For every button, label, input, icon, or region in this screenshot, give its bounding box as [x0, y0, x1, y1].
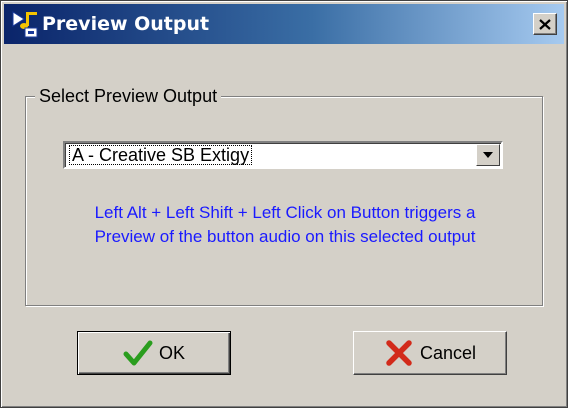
cancel-button[interactable]: Cancel — [353, 331, 507, 375]
chevron-down-icon — [483, 152, 493, 158]
title-bar[interactable]: Preview Output — [4, 4, 564, 44]
preview-output-dialog: Preview Output Select Preview Output A -… — [0, 0, 568, 408]
dropdown-arrow-button[interactable] — [476, 144, 500, 166]
window-title: Preview Output — [42, 13, 210, 35]
select-selected-value: A - Creative SB Extigy — [69, 145, 253, 165]
x-mark-icon — [386, 340, 412, 366]
ok-button-label: OK — [158, 342, 185, 363]
close-button[interactable] — [533, 13, 557, 35]
close-icon — [539, 18, 551, 30]
checkmark-icon — [123, 340, 153, 366]
ok-button[interactable]: OK — [77, 331, 231, 375]
preview-hint-text: Left Alt + Left Shift + Left Click on Bu… — [94, 203, 476, 246]
cancel-button-label: Cancel — [419, 342, 477, 363]
output-device-select[interactable]: A - Creative SB Extigy — [63, 141, 503, 169]
group-legend: Select Preview Output — [35, 85, 222, 107]
audio-preview-icon — [12, 11, 38, 38]
